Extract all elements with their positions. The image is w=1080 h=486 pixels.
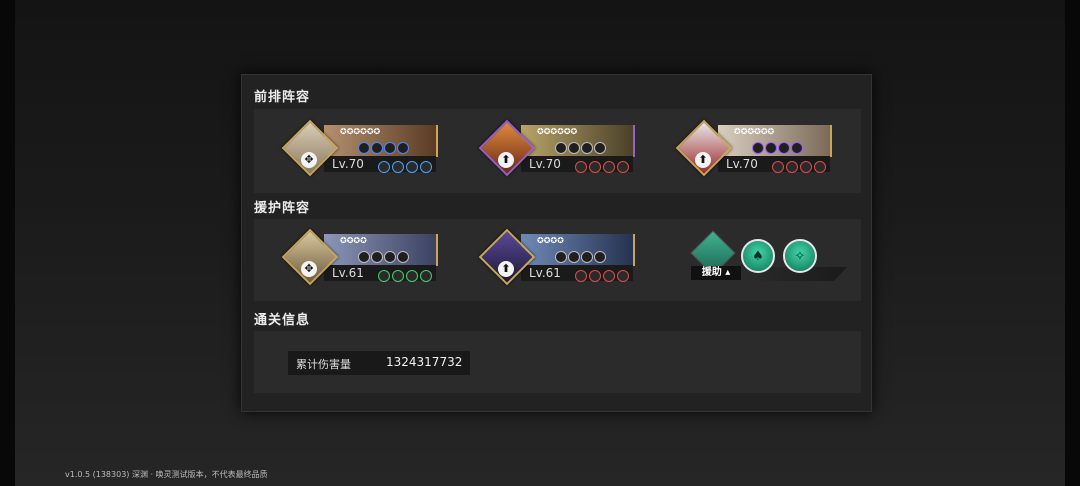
gear-slot-icon [617, 161, 629, 173]
character-level: Lv.70 [529, 157, 561, 171]
skill-icon [568, 251, 580, 263]
support-lineup-title: 援护阵容 [254, 201, 311, 216]
skill-icon [397, 251, 409, 263]
gear-icons [772, 158, 828, 177]
star-rating: ✪✪✪✪✪✪ [340, 127, 381, 136]
character-level: Lv.61 [529, 266, 561, 280]
skill-icon [594, 142, 606, 154]
clear-info-box: 累计伤害量 1324317732 [254, 331, 861, 393]
gear-slot-icon [575, 270, 587, 282]
skill-icon [384, 142, 396, 154]
gear-slot-icon [406, 161, 418, 173]
arrow-up-icon: ⬆ [695, 152, 711, 168]
front-lineup-title: 前排阵容 [254, 90, 311, 105]
arrows-cross-icon: ✥ [301, 261, 317, 277]
character-level: Lv.70 [332, 157, 364, 171]
level-bar: Lv.61 [521, 265, 633, 282]
skill-icon [358, 251, 370, 263]
skill-icon [581, 251, 593, 263]
front-character-3[interactable]: ✪✪✪✪✪✪ Lv.70 ⬆ [675, 119, 844, 185]
character-level: Lv.61 [332, 266, 364, 280]
gear-slot-icon [617, 270, 629, 282]
arrows-cross-icon: ✥ [301, 152, 317, 168]
gear-slot-icon [814, 161, 826, 173]
skill-icon [594, 251, 606, 263]
drops-icon[interactable]: ♠ [741, 239, 775, 273]
gear-slot-icon [786, 161, 798, 173]
gear-slot-icon [392, 270, 404, 282]
character-banner: ✪✪✪✪✪✪ [718, 125, 832, 157]
total-damage-label: 累计伤害量 [296, 358, 351, 371]
level-bar: Lv.61 [324, 265, 436, 282]
gear-slot-icon [392, 161, 404, 173]
team-info-panel: 前排阵容 ✪✪✪✪✪✪ Lv.70 ✥ ✪✪✪✪✪✪ Lv.70 ⬆ ✪✪✪✪✪✪ Lv.70… [241, 74, 872, 412]
version-footer: v1.0.5 (138303) 深渊 · 唤灵测试版本，不代表最终品质 [65, 470, 268, 479]
gear-icons [378, 267, 434, 286]
level-bar: Lv.70 [324, 156, 436, 173]
character-banner: ✪✪✪✪ [324, 234, 438, 266]
star-rating: ✪✪✪✪ [340, 236, 367, 245]
gear-icons [575, 158, 631, 177]
arrow-up-icon: ⬆ [498, 152, 514, 168]
swirl-icon[interactable]: ✧ [783, 239, 817, 273]
gear-slot-icon [800, 161, 812, 173]
arrow-up-icon: ⬆ [498, 261, 514, 277]
character-banner: ✪✪✪✪ [521, 234, 635, 266]
level-bar: Lv.70 [521, 156, 633, 173]
skill-icon [791, 142, 803, 154]
gear-slot-icon [378, 270, 390, 282]
support-character-1[interactable]: ✪✪✪✪ Lv.61 ✥ [281, 228, 450, 294]
skill-icon [752, 142, 764, 154]
level-bar: Lv.70 [718, 156, 830, 173]
skill-icon [358, 142, 370, 154]
star-rating: ✪✪✪✪✪✪ [537, 127, 578, 136]
assist-label: 援助 ▴ [691, 266, 741, 280]
front-character-2[interactable]: ✪✪✪✪✪✪ Lv.70 ⬆ [478, 119, 647, 185]
gear-slot-icon [420, 270, 432, 282]
gear-slot-icon [378, 161, 390, 173]
star-rating: ✪✪✪✪ [537, 236, 564, 245]
gear-slot-icon [420, 161, 432, 173]
gear-icons [575, 267, 631, 286]
assist-group[interactable]: 援助 ▴ ♠ ✧ [687, 230, 857, 285]
skill-icon [384, 251, 396, 263]
skill-icon [581, 142, 593, 154]
background: 前排阵容 ✪✪✪✪✪✪ Lv.70 ✥ ✪✪✪✪✪✪ Lv.70 ⬆ ✪✪✪✪✪✪ Lv.70… [15, 0, 1065, 486]
gear-slot-icon [406, 270, 418, 282]
support-lineup-box: ✪✪✪✪ Lv.61 ✥ ✪✪✪✪ Lv.61 ⬆ 援助 ▴ ♠ ✧ [254, 219, 861, 301]
gear-icons [378, 158, 434, 177]
skill-icon [555, 251, 567, 263]
star-rating: ✪✪✪✪✪✪ [734, 127, 775, 136]
clear-info-title: 通关信息 [254, 313, 311, 328]
gear-slot-icon [603, 161, 615, 173]
gear-slot-icon [589, 161, 601, 173]
front-character-1[interactable]: ✪✪✪✪✪✪ Lv.70 ✥ [281, 119, 450, 185]
front-lineup-box: ✪✪✪✪✪✪ Lv.70 ✥ ✪✪✪✪✪✪ Lv.70 ⬆ ✪✪✪✪✪✪ Lv.70 ⬆ [254, 109, 861, 193]
skill-icon [397, 142, 409, 154]
skill-icon [765, 142, 777, 154]
character-banner: ✪✪✪✪✪✪ [324, 125, 438, 157]
skill-icon [371, 142, 383, 154]
gear-slot-icon [772, 161, 784, 173]
skill-icon [778, 142, 790, 154]
gear-slot-icon [589, 270, 601, 282]
character-banner: ✪✪✪✪✪✪ [521, 125, 635, 157]
skill-icon [555, 142, 567, 154]
support-character-2[interactable]: ✪✪✪✪ Lv.61 ⬆ [478, 228, 647, 294]
gear-slot-icon [603, 270, 615, 282]
gear-slot-icon [575, 161, 587, 173]
character-level: Lv.70 [726, 157, 758, 171]
total-damage-row: 累计伤害量 1324317732 [288, 351, 470, 375]
skill-icon [568, 142, 580, 154]
total-damage-value: 1324317732 [386, 355, 463, 369]
skill-icon [371, 251, 383, 263]
